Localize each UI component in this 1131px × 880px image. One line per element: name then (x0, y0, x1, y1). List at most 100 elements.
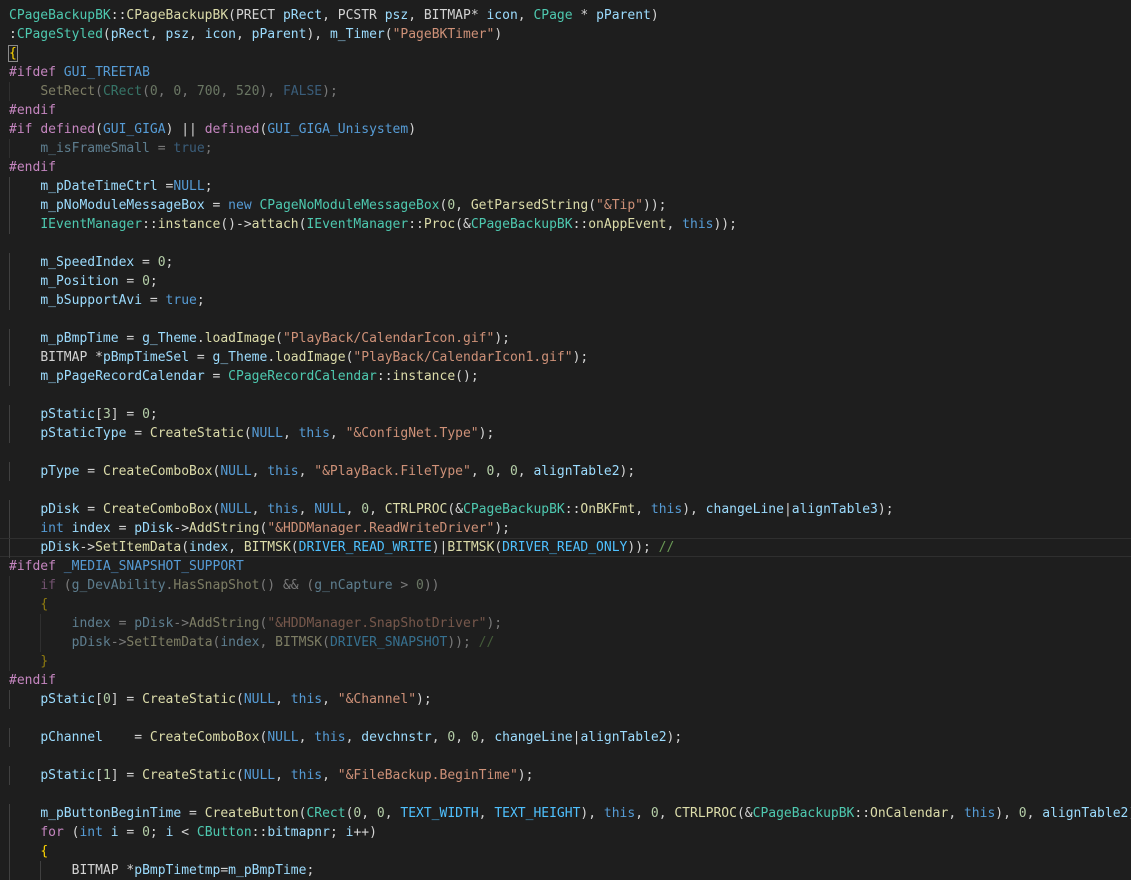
code-token: , (259, 635, 276, 650)
code-line[interactable] (0, 709, 1131, 728)
code-token: pRect (282, 8, 323, 23)
indent-guide (9, 500, 10, 519)
code-token: DRIVER_READ_ONLY (502, 540, 628, 555)
code-token: ); (486, 616, 503, 631)
code-line[interactable]: m_pButtonBeginTime = CreateButton(CRect(… (0, 804, 1131, 823)
code-line[interactable]: pStatic[0] = CreateStatic(NULL, this, "&… (0, 690, 1131, 709)
code-token: ( (181, 540, 190, 555)
code-token: CreateButton (204, 806, 299, 821)
code-line[interactable] (0, 310, 1131, 329)
code-line[interactable]: :CPageStyled(pRect, psz, icon, pParent),… (0, 25, 1131, 44)
code-line[interactable]: m_isFrameSmall = true; (0, 139, 1131, 158)
code-token: this (963, 806, 996, 821)
code-line[interactable] (0, 386, 1131, 405)
code-token: CPage (533, 8, 573, 23)
code-token: , (384, 806, 401, 821)
code-token: NULL (220, 464, 252, 479)
code-token: , (345, 730, 362, 745)
code-editor[interactable]: CPageBackupBK::CPageBackupBK(PRECT pRect… (0, 6, 1131, 880)
code-line[interactable]: BITMAP *pBmpTimeSel = g_Theme.loadImage(… (0, 348, 1131, 367)
code-token: NULL (267, 730, 299, 745)
code-token: Proc (423, 217, 456, 232)
code-line[interactable]: pChannel = CreateComboBox(NULL, this, de… (0, 728, 1131, 747)
code-token: , (329, 426, 346, 441)
code-token: FALSE (282, 84, 323, 99)
code-line[interactable]: pStaticType = CreateStatic(NULL, this, "… (0, 424, 1131, 443)
code-token: , (658, 806, 675, 821)
code-line[interactable]: pDisk = CreateComboBox(NULL, this, NULL,… (0, 500, 1131, 519)
code-token: defined (204, 122, 260, 137)
code-line[interactable] (0, 785, 1131, 804)
code-token: #ifdef (9, 559, 64, 574)
code-token: "&Channel" (337, 692, 417, 707)
code-line[interactable]: { (0, 842, 1131, 861)
code-line[interactable]: pDisk->SetItemData(index, BITMSK(DRIVER_… (0, 633, 1131, 652)
code-token: ), (995, 806, 1019, 821)
code-token: pDisk (40, 540, 80, 555)
code-token: :: (142, 217, 158, 232)
code-line[interactable]: { (0, 595, 1131, 614)
code-line[interactable]: pType = CreateComboBox(NULL, this, "&Pla… (0, 462, 1131, 481)
code-line[interactable]: m_pDateTimeCtrl =NULL; (0, 177, 1131, 196)
code-token: ); (517, 768, 534, 783)
code-line[interactable]: pDisk->SetItemData(index, BITMSK(DRIVER_… (0, 538, 1131, 558)
code-line[interactable] (0, 481, 1131, 500)
code-token: alignTable2 (1042, 806, 1129, 821)
code-token: GetParsedString (470, 198, 589, 213)
code-token: true (173, 141, 205, 156)
code-line[interactable]: m_Position = 0; (0, 272, 1131, 291)
code-token: CreateStatic (142, 768, 236, 783)
code-token: ); (478, 426, 495, 441)
code-line[interactable]: #if defined(GUI_GIGA) || defined(GUI_GIG… (0, 120, 1131, 139)
code-line[interactable]: m_SpeedIndex = 0; (0, 253, 1131, 272)
code-token: , (345, 502, 362, 517)
code-line[interactable]: pStatic[1] = CreateStatic(NULL, this, "&… (0, 766, 1131, 785)
indent-guide (9, 177, 10, 196)
code-token: < (173, 825, 197, 840)
code-token: ( (102, 27, 111, 42)
code-line[interactable] (0, 234, 1131, 253)
code-line[interactable]: if (g_DevAbility.HasSnapShot() && (g_nCa… (0, 576, 1131, 595)
code-line[interactable]: m_pPageRecordCalendar = CPageRecordCalen… (0, 367, 1131, 386)
code-token: ] = (110, 692, 143, 707)
code-line[interactable]: for (int i = 0; i < CButton::bitmapnr; i… (0, 823, 1131, 842)
code-line[interactable] (0, 443, 1131, 462)
code-token: BITMSK (447, 540, 495, 555)
code-token: CPageBackupBK (126, 8, 229, 23)
code-token: 0 (650, 806, 659, 821)
code-line[interactable]: #ifdef GUI_TREETAB (0, 63, 1131, 82)
code-line[interactable] (0, 747, 1131, 766)
code-token: , (470, 464, 487, 479)
code-token: GUI_TREETAB (63, 65, 150, 80)
code-token: * (572, 8, 597, 23)
code-line[interactable]: m_pNoModuleMessageBox = new CPageNoModul… (0, 196, 1131, 215)
code-line[interactable]: CPageBackupBK::CPageBackupBK(PRECT pRect… (0, 6, 1131, 25)
code-token: "&FileBackup.BeginTime" (337, 768, 518, 783)
code-line[interactable]: #ifdef _MEDIA_SNAPSHOT_SUPPORT (0, 557, 1131, 576)
code-token: ), (580, 806, 604, 821)
code-line[interactable]: #endif (0, 158, 1131, 177)
code-line[interactable]: BITMAP *pBmpTimetmp=m_pBmpTime; (0, 861, 1131, 880)
code-line[interactable]: m_pBmpTime = g_Theme.loadImage("PlayBack… (0, 329, 1131, 348)
code-token: HasSnapShot (173, 578, 260, 593)
code-line[interactable]: int index = pDisk->AddString("&HDDManage… (0, 519, 1131, 538)
code-line[interactable]: } (0, 652, 1131, 671)
code-line[interactable]: m_bSupportAvi = true; (0, 291, 1131, 310)
code-token: pStatic (40, 768, 96, 783)
code-token: m_pBmpTime (228, 863, 307, 878)
code-line[interactable]: SetRect(CRect(0, 0, 700, 520), FALSE); (0, 82, 1131, 101)
code-line[interactable]: index = pDisk->AddString("&HDDManager.Sn… (0, 614, 1131, 633)
code-line[interactable]: pStatic[3] = 0; (0, 405, 1131, 424)
code-line[interactable]: { (0, 44, 1131, 63)
code-token: ); (494, 521, 510, 536)
code-token: ); (322, 84, 338, 99)
code-line[interactable]: #endif (0, 101, 1131, 120)
code-token: = (110, 616, 135, 631)
code-token: , (455, 198, 471, 213)
code-token: = (204, 369, 229, 384)
code-token: :: (572, 217, 589, 232)
code-line[interactable]: IEventManager::instance()->attach(IEvent… (0, 215, 1131, 234)
code-line[interactable]: #endif (0, 671, 1131, 690)
indent-guide (9, 614, 10, 633)
code-token: #endif (9, 160, 56, 175)
